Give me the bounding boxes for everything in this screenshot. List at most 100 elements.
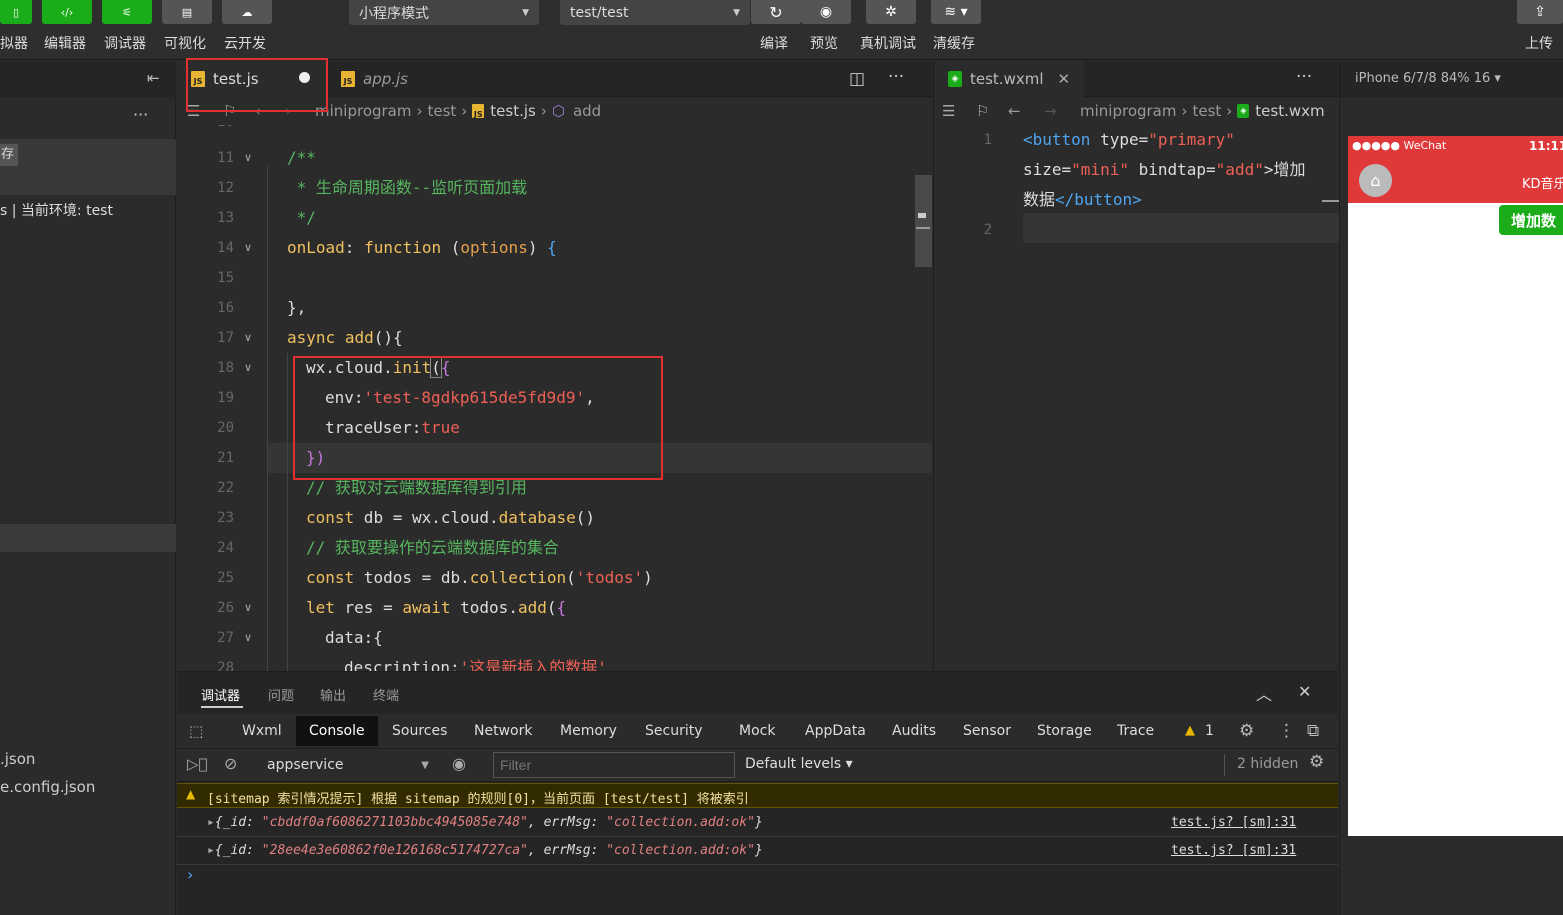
selected-file-row[interactable] — [0, 524, 176, 552]
mode-select[interactable]: 小程序模式 ▼ — [349, 0, 539, 25]
tab-mock[interactable]: Mock — [726, 716, 788, 746]
fold-chevron-icon[interactable]: ∨ — [244, 623, 252, 653]
list-icon[interactable]: ☰ — [187, 102, 207, 120]
breadcrumb-item[interactable]: test.js — [490, 102, 536, 120]
fold-chevron-icon[interactable]: ∨ — [244, 143, 252, 173]
levels-select[interactable]: Default levels ▾ — [745, 756, 853, 772]
tab-sources[interactable]: Sources — [379, 716, 460, 746]
clear-console-icon[interactable]: ⊘ — [224, 754, 237, 773]
kebab-menu-icon[interactable]: ⋮ — [1278, 721, 1295, 741]
bookmark-icon[interactable]: ⚐ — [976, 102, 1008, 120]
main-toolbar: ▯ 拟器 ‹/› 编辑器 ⚟ 调试器 ▤ 可视化 ☁ 云开发 小程序模式 ▼ te… — [0, 0, 1563, 60]
fold-chevron-icon[interactable]: ∨ — [244, 353, 252, 383]
fold-chevron-icon[interactable]: ∨ — [244, 233, 252, 263]
back-arrow-icon[interactable]: ← — [1008, 102, 1044, 120]
breadcrumb-item[interactable]: add — [573, 102, 601, 120]
breadcrumb-item[interactable]: miniprogram — [315, 102, 411, 120]
save-button[interactable]: 存 — [0, 144, 18, 166]
preview-button[interactable]: ◉ — [801, 0, 851, 24]
cloud-dev-button[interactable]: ☁ — [222, 0, 272, 24]
dock-icon[interactable]: ⧉ — [1307, 721, 1319, 741]
tab-security[interactable]: Security — [632, 716, 716, 746]
gear-icon[interactable]: ⚙ — [1309, 752, 1324, 772]
devtools-tab-debugger[interactable]: 调试器 — [201, 685, 240, 704]
log-object[interactable]: ▸{_id: "cbddf0af6086271103bbc4945085e748… — [207, 815, 763, 830]
back-arrow-icon[interactable]: ‹ — [255, 102, 285, 120]
warning-count[interactable]: 1 — [1205, 723, 1214, 739]
scrollbar-thumb[interactable] — [915, 175, 932, 267]
tab-storage[interactable]: Storage — [1024, 716, 1105, 746]
sidebar-toggle-icon[interactable]: ▷⃞ — [187, 755, 208, 773]
console-log-row[interactable]: ▸{_id: "cbddf0af6086271103bbc4945085e748… — [177, 809, 1338, 837]
fold-chevron-icon[interactable]: ∨ — [244, 323, 252, 353]
tab-console[interactable]: Console — [296, 716, 378, 746]
console-prompt[interactable]: › — [187, 865, 193, 884]
code-line-21: }) — [306, 448, 326, 467]
split-editor-icon[interactable]: ◫ — [849, 69, 865, 89]
compile-button[interactable]: ↻ — [751, 0, 801, 24]
gear-icon[interactable]: ⚙ — [1239, 721, 1254, 741]
log-source-link[interactable]: test.js? [sm]:31 — [1171, 843, 1296, 858]
mode-select-value: 小程序模式 — [359, 5, 429, 22]
forward-arrow-icon[interactable]: → — [1044, 102, 1080, 120]
log-source-link[interactable]: test.js? [sm]:31 — [1171, 815, 1296, 830]
forward-arrow-icon[interactable]: › — [285, 102, 315, 120]
collapse-panel-icon[interactable]: ⇤ — [147, 69, 160, 87]
visual-toggle-button[interactable]: ▤ — [162, 0, 212, 24]
phone-nav-bar: ●●●●● WeChat 11:11 ⌂ KD音乐 — [1348, 136, 1563, 203]
more-icon[interactable]: ··· — [888, 67, 904, 87]
tab-test-js[interactable]: JS test.js — [177, 61, 327, 97]
tab-audits[interactable]: Audits — [879, 716, 949, 746]
remote-debug-button[interactable]: ✲ — [866, 0, 916, 24]
eye-icon[interactable]: ◉ — [452, 754, 466, 773]
breadcrumb-item[interactable]: test — [1192, 102, 1221, 120]
code-line-16: }, — [287, 298, 307, 317]
filter-input[interactable] — [493, 752, 735, 778]
breadcrumb-item[interactable]: test — [427, 102, 456, 120]
tab-network[interactable]: Network — [461, 716, 545, 746]
tab-wxml[interactable]: Wxml — [229, 716, 295, 746]
editor-toggle-button[interactable]: ‹/› — [42, 0, 92, 24]
simulator-toggle-button[interactable]: ▯ — [0, 0, 32, 24]
home-button[interactable]: ⌂ — [1359, 164, 1392, 197]
tab-appdata[interactable]: AppData — [792, 716, 879, 746]
tab-sensor[interactable]: Sensor — [950, 716, 1024, 746]
devtools-tab-problems[interactable]: 问题 — [268, 685, 294, 704]
devtools-tab-terminal[interactable]: 终端 — [373, 685, 399, 704]
page-select[interactable]: test/test ▼ — [560, 0, 750, 25]
device-select[interactable]: iPhone 6/7/8 84% 16 ▾ — [1355, 71, 1501, 86]
breadcrumb-item[interactable]: test.wxm — [1255, 102, 1324, 120]
modified-dot-icon[interactable] — [299, 72, 310, 83]
list-icon[interactable]: ☰ — [942, 102, 962, 120]
tab-memory[interactable]: Memory — [547, 716, 630, 746]
more-icon[interactable]: ··· — [1296, 67, 1312, 87]
upload-icon: ⇪ — [1534, 4, 1546, 20]
chevron-up-icon[interactable]: ︿ — [1256, 681, 1272, 705]
clear-cache-button[interactable]: ≋ ▾ — [931, 0, 981, 24]
console-log-row[interactable]: ▸{_id: "28ee4e3e60862f0e126168c5174727ca… — [177, 837, 1338, 865]
inspect-element-icon[interactable]: ⬚ — [189, 722, 203, 740]
debugger-label: 调试器 — [104, 36, 146, 52]
tab-app-js[interactable]: JS app.js — [327, 61, 473, 97]
tab-trace[interactable]: Trace — [1104, 716, 1167, 746]
file-item[interactable]: .json — [0, 750, 35, 768]
upload-button[interactable]: ⇪ — [1517, 0, 1563, 24]
wxml-code-area[interactable]: 1 2 <button type="primary" size="mini" b… — [934, 125, 1339, 671]
fold-chevron-icon[interactable]: ∨ — [244, 593, 252, 623]
tab-test-wxml[interactable]: ◈ test.wxml ✕ — [934, 61, 1084, 97]
code-area[interactable]: 10 11 ∨ 12 13 14 ∨ 15 16 17 ∨ 18 ∨ 19 20 21 22 23 24 25 26 ∨… — [177, 125, 932, 671]
close-icon[interactable]: ✕ — [1058, 70, 1071, 88]
debugger-toggle-button[interactable]: ⚟ — [102, 0, 152, 24]
context-select[interactable]: appservice ▼ — [261, 754, 429, 776]
warning-icon: ▲ — [1185, 723, 1195, 738]
line-number: 28 — [217, 660, 234, 671]
bookmark-icon[interactable]: ⚐ — [223, 102, 255, 120]
log-object[interactable]: ▸{_id: "28ee4e3e60862f0e126168c5174727ca… — [207, 843, 763, 858]
breadcrumb-item[interactable]: miniprogram — [1080, 102, 1176, 120]
file-item[interactable]: e.config.json — [0, 778, 95, 796]
close-icon[interactable]: ✕ — [1298, 682, 1311, 701]
more-icon[interactable]: ··· — [133, 105, 148, 124]
add-data-button[interactable]: 增加数 — [1499, 205, 1563, 235]
hidden-count: 2 hidden — [1237, 756, 1299, 772]
devtools-tab-output[interactable]: 输出 — [320, 685, 346, 704]
